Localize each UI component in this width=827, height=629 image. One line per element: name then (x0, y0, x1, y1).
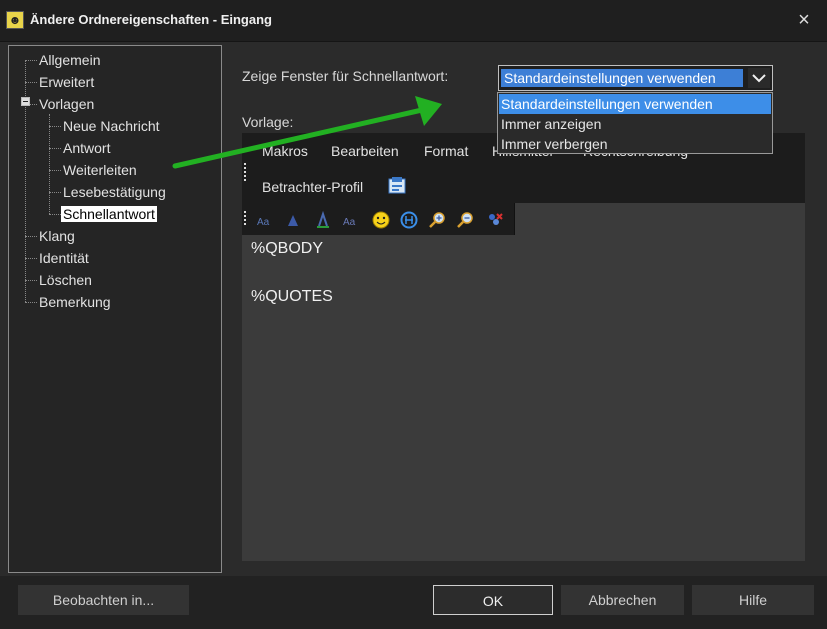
tree-item-label: Antwort (63, 140, 111, 156)
window-title: Ändere Ordnereigenschaften - Eingang (30, 12, 272, 27)
text-size-icon[interactable]: Aa (342, 211, 360, 229)
menu-viewer-profile[interactable]: Betrachter-Profil (262, 179, 363, 195)
tree-item-bemerkung[interactable]: Bemerkung (39, 292, 111, 312)
tree-item-neue-nachricht[interactable]: Neue Nachricht (63, 116, 160, 136)
toolbar-grip[interactable] (244, 163, 246, 171)
quick-reply-label: Zeige Fenster für Schnellantwort: (242, 68, 449, 84)
menu-format[interactable]: Format (424, 143, 468, 159)
chevron-down-icon[interactable] (748, 68, 770, 88)
toolbar-grip[interactable] (244, 171, 246, 181)
tree-item-label: Weiterleiten (63, 162, 137, 178)
close-button[interactable]: × (789, 6, 819, 34)
tree-item-label: Klang (39, 228, 75, 244)
dropdown-option[interactable]: Immer anzeigen (499, 114, 771, 134)
ok-button[interactable]: OK (433, 585, 553, 615)
template-editor: Makros Bearbeiten Format Hilfsmittel Rec… (242, 133, 805, 561)
menu-bearbeiten[interactable]: Bearbeiten (331, 143, 399, 159)
tree-item-lesebestaetigung[interactable]: Lesebestätigung (63, 182, 166, 202)
tree-item-label: Neue Nachricht (63, 118, 160, 134)
tree-line (25, 302, 37, 303)
tree-item-label: Identität (39, 250, 89, 266)
horizontal-rule-icon[interactable] (400, 211, 418, 229)
svg-text:Aa: Aa (257, 217, 270, 228)
tree-line (49, 214, 61, 215)
tree-item-schnellantwort[interactable]: Schnellantwort (61, 204, 157, 224)
tree-line (49, 192, 61, 193)
tree-item-loeschen[interactable]: Löschen (39, 270, 92, 290)
tree-line (25, 82, 37, 83)
quick-reply-dropdown: Standardeinstellungen verwenden Immer an… (497, 92, 773, 154)
svg-text:Aa: Aa (343, 217, 356, 228)
tree-item-identitaet[interactable]: Identität (39, 248, 89, 268)
dialog-footer: Beobachten in... OK Abbrechen Hilfe (0, 576, 827, 629)
viewer-profile-icon[interactable] (387, 176, 407, 196)
tree-item-allgemein[interactable]: Allgemein (39, 50, 100, 70)
tree-item-weiterleiten[interactable]: Weiterleiten (63, 160, 137, 180)
app-icon: ☻ (6, 11, 24, 29)
tree-line (25, 280, 37, 281)
tree-line (49, 148, 61, 149)
cancel-button[interactable]: Abbrechen (561, 585, 684, 615)
title-bar: ☻ Ändere Ordnereigenschaften - Eingang × (0, 0, 827, 42)
dropdown-option[interactable]: Standardeinstellungen verwenden (499, 94, 771, 114)
bold-icon[interactable] (284, 211, 302, 229)
tree-item-label: Erweitert (39, 74, 95, 90)
settings-tree: Allgemein Erweitert Vorlagen Neue Nachri… (8, 45, 222, 573)
tree-item-erweitert[interactable]: Erweitert (39, 72, 94, 92)
quick-reply-selected-value: Standardeinstellungen verwenden (501, 69, 743, 87)
viewer-profile-bar: Betrachter-Profil (242, 171, 805, 203)
tree-line (49, 126, 61, 127)
help-button[interactable]: Hilfe (692, 585, 814, 615)
spellcheck-icon[interactable] (486, 211, 504, 229)
tree-line (25, 236, 37, 237)
zoom-out-icon[interactable] (456, 211, 474, 229)
tree-item-vorlagen[interactable]: Vorlagen (39, 94, 94, 114)
observe-button[interactable]: Beobachten in... (18, 585, 189, 615)
zoom-in-icon[interactable] (428, 211, 446, 229)
template-label: Vorlage: (242, 114, 294, 130)
font-icon[interactable]: Aa (256, 211, 274, 229)
tree-item-label: Allgemein (39, 52, 101, 68)
tree-item-klang[interactable]: Klang (39, 226, 75, 246)
menu-makros[interactable]: Makros (262, 143, 308, 159)
template-body-line[interactable]: %QBODY (251, 240, 323, 258)
tree-line (25, 60, 37, 61)
quick-reply-select[interactable]: Standardeinstellungen verwenden (498, 65, 773, 91)
tree-item-label: Vorlagen (39, 96, 95, 112)
tree-item-label: Bemerkung (39, 294, 111, 310)
tree-item-label: Schnellantwort (61, 206, 157, 222)
toolbar-grip[interactable] (244, 211, 246, 227)
tree-line (49, 170, 61, 171)
tree-item-label: Lesebestätigung (63, 184, 166, 200)
tree-line (49, 114, 50, 214)
color-icon[interactable] (314, 211, 332, 229)
collapse-icon[interactable] (21, 97, 30, 106)
tree-item-label: Löschen (39, 272, 92, 288)
format-toolbar: Aa Aa (242, 203, 515, 235)
template-body-line[interactable]: %QUOTES (251, 288, 333, 306)
tree-line (25, 258, 37, 259)
smiley-icon[interactable] (372, 211, 390, 229)
tree-item-antwort[interactable]: Antwort (63, 138, 110, 158)
dropdown-option[interactable]: Immer verbergen (499, 134, 771, 154)
tree-line (29, 104, 37, 105)
